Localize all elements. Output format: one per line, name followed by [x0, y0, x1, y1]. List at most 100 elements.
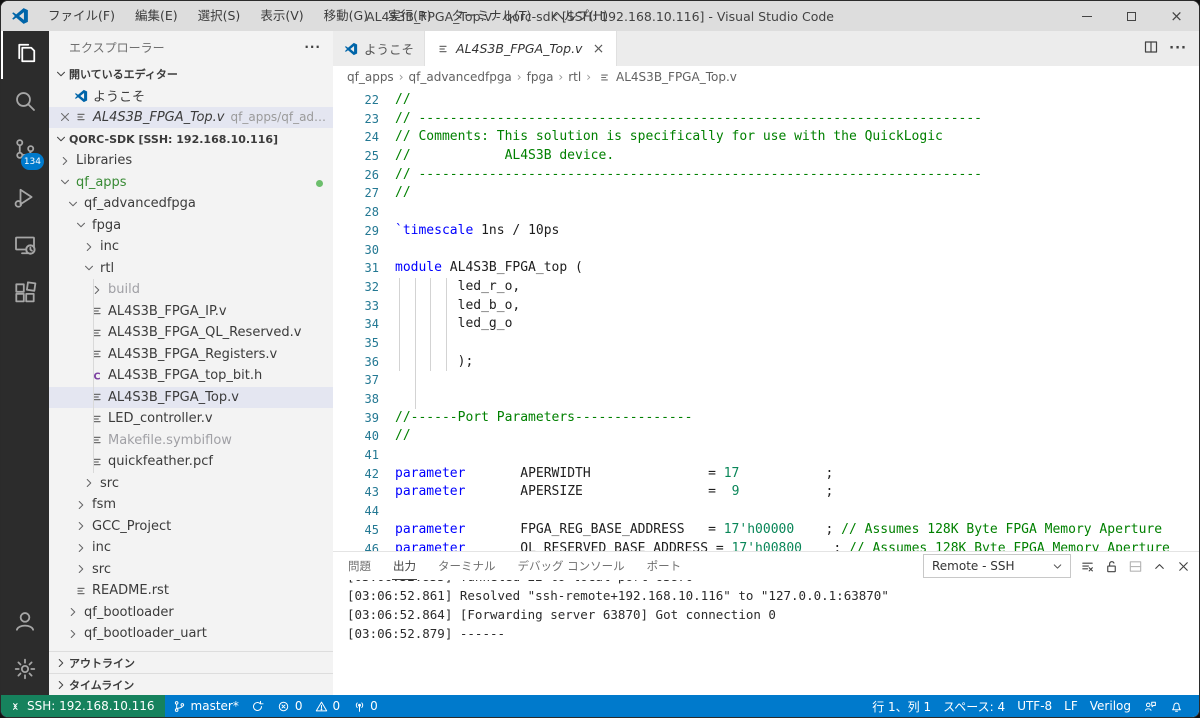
panel-tab-問題[interactable]: 問題	[347, 552, 372, 580]
output-log[interactable]: [03:06:52.855] Tunneled 22 to local port…	[333, 580, 1199, 695]
tree-file-README.rst[interactable]: README.rst	[49, 580, 333, 602]
menu-item-実行[interactable]: 実行(R)	[379, 1, 440, 31]
tree-folder-inc[interactable]: inc	[49, 537, 333, 559]
open-editor-item[interactable]: AL4S3B_FPGA_Top.vqf_apps/qf_advan...	[49, 107, 333, 129]
activity-account-button[interactable]	[1, 599, 49, 647]
activity-remote-explorer-button[interactable]	[1, 223, 49, 271]
panel-tab-デバッグ コンソール[interactable]: デバッグ コンソール	[517, 552, 626, 580]
menu-item-選択[interactable]: 選択(S)	[189, 1, 250, 31]
line-number: 25	[333, 147, 379, 166]
svg-text:C: C	[93, 371, 100, 382]
panel-tab-ターミナル[interactable]: ターミナル	[437, 552, 497, 580]
open-editors-header[interactable]: 開いているエディター	[49, 63, 333, 85]
activity-explorer-button[interactable]	[1, 31, 49, 79]
unlock-icon[interactable]	[1104, 559, 1119, 574]
activity-source-control-button[interactable]: 134	[1, 127, 49, 175]
code-line: 27//	[333, 184, 1199, 203]
breadcrumb-item[interactable]: fpga	[527, 70, 554, 84]
activity-extensions-button[interactable]	[1, 271, 49, 319]
tree-item-label: rtl	[100, 261, 114, 276]
editor-tab-ようこそ[interactable]: ようこそ	[333, 31, 425, 66]
tree-file-quickfeather.pcf[interactable]: quickfeather.pcf	[49, 451, 333, 473]
activity-search-button[interactable]	[1, 79, 49, 127]
tree-file-LED_controller.v[interactable]: LED_controller.v	[49, 408, 333, 430]
breadcrumb-item[interactable]: qf_advancedfpga	[409, 70, 512, 84]
tree-file-AL4S3B_FPGA_Registers.v[interactable]: AL4S3B_FPGA_Registers.v	[49, 344, 333, 366]
menu-item-ヘルプ[interactable]: ヘルプ(H)	[542, 1, 617, 31]
split-icon[interactable]	[1128, 559, 1143, 574]
tree-folder-fsm[interactable]: fsm	[49, 494, 333, 516]
tree-file-AL4S3B_FPGA_IP.v[interactable]: AL4S3B_FPGA_IP.v	[49, 301, 333, 323]
editor-tab-AL4S3B_FPGA_Top.v[interactable]: AL4S3B_FPGA_Top.v×	[425, 31, 617, 66]
code-line: 41	[333, 446, 1199, 465]
tree-file-AL4S3B_FPGA_QL_Reserved.v[interactable]: AL4S3B_FPGA_QL_Reserved.v	[49, 322, 333, 344]
menu-item-表示[interactable]: 表示(V)	[251, 1, 312, 31]
tree-folder-GCC_Project[interactable]: GCC_Project	[49, 516, 333, 538]
tree-folder-Libraries[interactable]: Libraries	[49, 150, 333, 172]
chevron-up-icon[interactable]	[1152, 559, 1167, 574]
more-actions-icon[interactable]: ···	[1169, 41, 1187, 56]
status-Verilog[interactable]: Verilog	[1084, 695, 1137, 717]
tree-folder-qf_advancedfpga[interactable]: qf_advancedfpga	[49, 193, 333, 215]
close-button[interactable]: ×	[1154, 1, 1199, 31]
menu-item-ファイル[interactable]: ファイル(F)	[39, 1, 124, 31]
code-text: parameter FPGA_REG_BASE_ADDRESS = 17'h00…	[395, 521, 1199, 540]
outline-header[interactable]: アウトライン	[49, 651, 333, 673]
tree-file-AL4S3B_FPGA_top_bit.h[interactable]: CAL4S3B_FPGA_top_bit.h	[49, 365, 333, 387]
open-editor-item[interactable]: ようこそ	[49, 85, 333, 107]
status-LF[interactable]: LF	[1058, 695, 1084, 717]
tree-folder-rtl[interactable]: rtl	[49, 258, 333, 280]
panel-tab-ポート[interactable]: ポート	[646, 552, 683, 580]
sidebar-more-button[interactable]: ···	[304, 40, 321, 54]
status-bell[interactable]	[1163, 695, 1189, 717]
line-number: 27	[333, 184, 379, 203]
tree-folder-qf_apps[interactable]: qf_apps	[49, 172, 333, 194]
tree-file-Makefile.symbiflow[interactable]: Makefile.symbiflow	[49, 430, 333, 452]
tree-file-AL4S3B_FPGA_Top.v[interactable]: AL4S3B_FPGA_Top.v	[49, 387, 333, 409]
code-editor[interactable]: 22//23// -------------------------------…	[333, 88, 1199, 551]
status-行 1、列 1[interactable]: 行 1、列 1	[866, 695, 937, 717]
remote-status-indicator[interactable]: SSH: 192.168.10.116	[1, 695, 165, 717]
split-editor-icon[interactable]	[1143, 39, 1159, 59]
menu-item-ターミナル[interactable]: ターミナル(T)	[443, 1, 541, 31]
activity-settings-button[interactable]	[1, 647, 49, 695]
tree-folder-inc[interactable]: inc	[49, 236, 333, 258]
timeline-header[interactable]: タイムライン	[49, 673, 333, 695]
clear-output-icon[interactable]	[1080, 559, 1095, 574]
chevron-right-icon	[53, 655, 69, 671]
tab-close-icon[interactable]: ×	[590, 41, 606, 57]
workspace-header[interactable]: QORC-SDK [SSH: 192.168.10.116]	[49, 128, 333, 150]
status-sync[interactable]	[245, 695, 271, 717]
tree-folder-qf_bootloader[interactable]: qf_bootloader	[49, 602, 333, 624]
tree-folder-fpga[interactable]: fpga	[49, 215, 333, 237]
status-UTF-8[interactable]: UTF-8	[1011, 695, 1058, 717]
status-feedback[interactable]	[1137, 695, 1163, 717]
status-スペース: 4[interactable]: スペース: 4	[937, 695, 1011, 717]
breadcrumb-item[interactable]: qf_apps	[347, 70, 394, 84]
tree-folder-src[interactable]: src	[49, 559, 333, 581]
menu-item-移動[interactable]: 移動(G)	[315, 1, 377, 31]
menu-item-編集[interactable]: 編集(E)	[126, 1, 187, 31]
status-warning[interactable]: 0	[309, 695, 347, 717]
close-icon[interactable]	[57, 109, 73, 125]
status-ports[interactable]: 0	[346, 695, 384, 717]
file-icon	[89, 303, 105, 319]
status-error[interactable]: 0	[271, 695, 309, 717]
maximize-button[interactable]	[1109, 1, 1154, 31]
tree-folder-src[interactable]: src	[49, 473, 333, 495]
activity-run-debug-button[interactable]	[1, 175, 49, 223]
breadcrumb-item[interactable]: rtl	[568, 70, 581, 84]
tree-item-label: AL4S3B_FPGA_QL_Reserved.v	[108, 325, 301, 340]
tree-folder-qf_bootloader_uart[interactable]: qf_bootloader_uart	[49, 623, 333, 645]
sync-icon	[251, 699, 265, 713]
code-line: 34 led_g_o	[333, 315, 1199, 334]
close-icon[interactable]	[1176, 559, 1191, 574]
status-git-branch[interactable]: master*	[167, 695, 245, 717]
line-number: 44	[333, 502, 379, 521]
breadcrumb-separator: ›	[397, 70, 406, 84]
output-channel-select[interactable]: Remote - SSH	[923, 554, 1071, 578]
tree-folder-build[interactable]: build	[49, 279, 333, 301]
breadcrumb-file[interactable]: AL4S3B_FPGA_Top.v	[596, 69, 737, 85]
panel-tab-出力[interactable]: 出力	[392, 552, 417, 580]
minimize-button[interactable]	[1064, 1, 1109, 31]
